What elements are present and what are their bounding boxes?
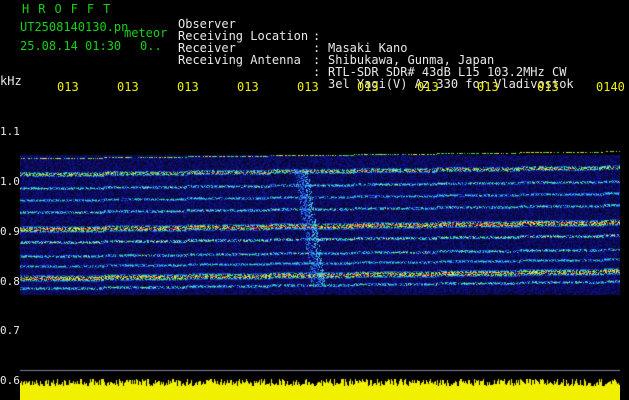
y-tick-label: 0.9 xyxy=(0,225,20,238)
detection-count: 0.. xyxy=(140,39,162,53)
file-name: UT2508140130.pn xyxy=(20,20,129,34)
y-axis-unit: kHz xyxy=(0,74,22,88)
y-tick-label: 1.1 xyxy=(0,125,20,138)
x-tick-label: 013 xyxy=(537,80,559,94)
x-tick-label: 013 xyxy=(297,80,319,94)
spectrogram-plot xyxy=(20,100,620,400)
file-datetime: 25.08.14 01:30 xyxy=(20,39,122,53)
y-tick-label: 0.6 xyxy=(0,374,20,387)
antenna-label: Receiving Antenna xyxy=(178,53,301,67)
spectrogram-screen: HROFFT UT2508140130.pn 25.08.14 01:30 me… xyxy=(0,0,629,400)
x-tick-label: 013 xyxy=(57,80,79,94)
app-logo: HROFFT xyxy=(22,2,120,16)
x-tick-label: 013 xyxy=(477,80,499,94)
x-tick-label: 013 xyxy=(417,80,439,94)
x-tick-label: 013 xyxy=(237,80,259,94)
separator: : xyxy=(313,65,321,79)
x-tick-label: 0140 xyxy=(596,80,625,94)
y-tick-label: 0.7 xyxy=(0,324,20,337)
y-tick-label: 0.8 xyxy=(0,275,20,288)
x-tick-label: 013 xyxy=(117,80,139,94)
x-tick-label: 013 xyxy=(357,80,379,94)
detection-tag: meteor xyxy=(124,26,168,40)
x-tick-label: 013 xyxy=(177,80,199,94)
y-tick-label: 1.0 xyxy=(0,175,20,188)
